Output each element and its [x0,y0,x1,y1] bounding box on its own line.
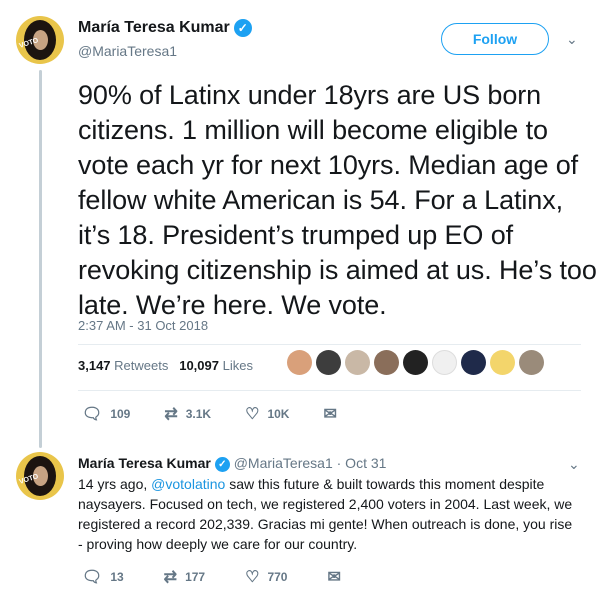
author-name-text[interactable]: María Teresa Kumar [78,19,230,36]
follow-button[interactable]: Follow [441,23,549,55]
liker-avatar[interactable] [316,350,341,375]
mention-link[interactable]: @votolatino [151,476,225,492]
retweet-button[interactable]: ⇄ 3.1K [164,404,211,424]
reply-count: 109 [110,407,131,421]
verified-icon: ✓ [233,19,252,37]
message-button[interactable]: ✉ [327,567,348,587]
reply-author[interactable]: María Teresa Kumar ✓ @MariaTeresa1 · Oct … [78,455,386,472]
reply-icon: 🗨 [82,569,103,586]
divider [78,390,581,391]
envelope-icon: ✉ [327,569,341,586]
verified-icon: ✓ [214,456,230,472]
reply-tweet-text: 14 yrs ago, @votolatino saw this future … [78,474,578,554]
tweet-actions: 🗨 109 ⇄ 3.1K ♡ 10K ✉ [82,404,379,424]
engagement-stats: 3,147 Retweets 10,097 Likes [78,358,253,373]
like-button[interactable]: ♡ 770 [245,567,287,587]
reply-text-prefix: 14 yrs ago, [78,476,152,492]
envelope-icon: ✉ [323,406,337,423]
retweet-count: 3.1K [185,407,212,421]
reply-author-name[interactable]: María Teresa Kumar [78,455,211,471]
like-button[interactable]: ♡ 10K [245,404,289,424]
like-count: 770 [267,570,288,584]
retweet-icon: ⇄ [164,406,178,423]
divider [78,344,581,345]
retweet-icon: ⇄ [163,569,178,586]
liker-avatar[interactable] [374,350,399,375]
message-button[interactable]: ✉ [323,404,344,424]
heart-icon: ♡ [245,569,260,586]
tweet-text: 90% of Latinx under 18yrs are US born ci… [78,80,597,320]
thread-connector-line [39,70,42,448]
reply-actions: 🗨 13 ⇄ 177 ♡ 770 ✉ [82,567,383,587]
liker-avatars [287,350,544,375]
like-count: 10K [267,407,290,421]
liker-avatar[interactable] [490,350,515,375]
retweet-button[interactable]: ⇄ 177 [164,567,205,587]
likes-count[interactable]: 10,097 [179,358,219,373]
liker-avatar[interactable] [403,350,428,375]
liker-avatar[interactable] [345,350,370,375]
retweet-count: 177 [185,570,206,584]
retweets-label[interactable]: Retweets [114,358,168,373]
liker-avatar[interactable] [461,350,486,375]
reply-handle[interactable]: @MariaTeresa1 [234,455,333,471]
liker-avatar[interactable] [432,350,457,375]
likes-label[interactable]: Likes [223,358,253,373]
author-handle[interactable]: @MariaTeresa1 [78,43,177,59]
chevron-down-icon[interactable]: ⌄ [566,31,578,48]
liker-avatar[interactable] [519,350,544,375]
liker-avatar[interactable] [287,350,312,375]
reply-date[interactable]: · Oct 31 [337,455,387,471]
author-avatar[interactable]: VOTO [16,16,64,64]
reply-count: 13 [110,570,124,584]
reply-button[interactable]: 🗨 109 [82,404,130,424]
retweets-count[interactable]: 3,147 [78,358,111,373]
tweet-timestamp[interactable]: 2:37 AM - 31 Oct 2018 [78,318,208,333]
reply-author-avatar[interactable]: VOTO [16,452,64,500]
chevron-down-icon[interactable]: ⌄ [568,456,580,473]
reply-button[interactable]: 🗨 13 [82,567,124,587]
reply-icon: 🗨 [82,406,103,423]
heart-icon: ♡ [245,406,260,423]
author-name[interactable]: María Teresa Kumar ✓ [78,19,252,37]
